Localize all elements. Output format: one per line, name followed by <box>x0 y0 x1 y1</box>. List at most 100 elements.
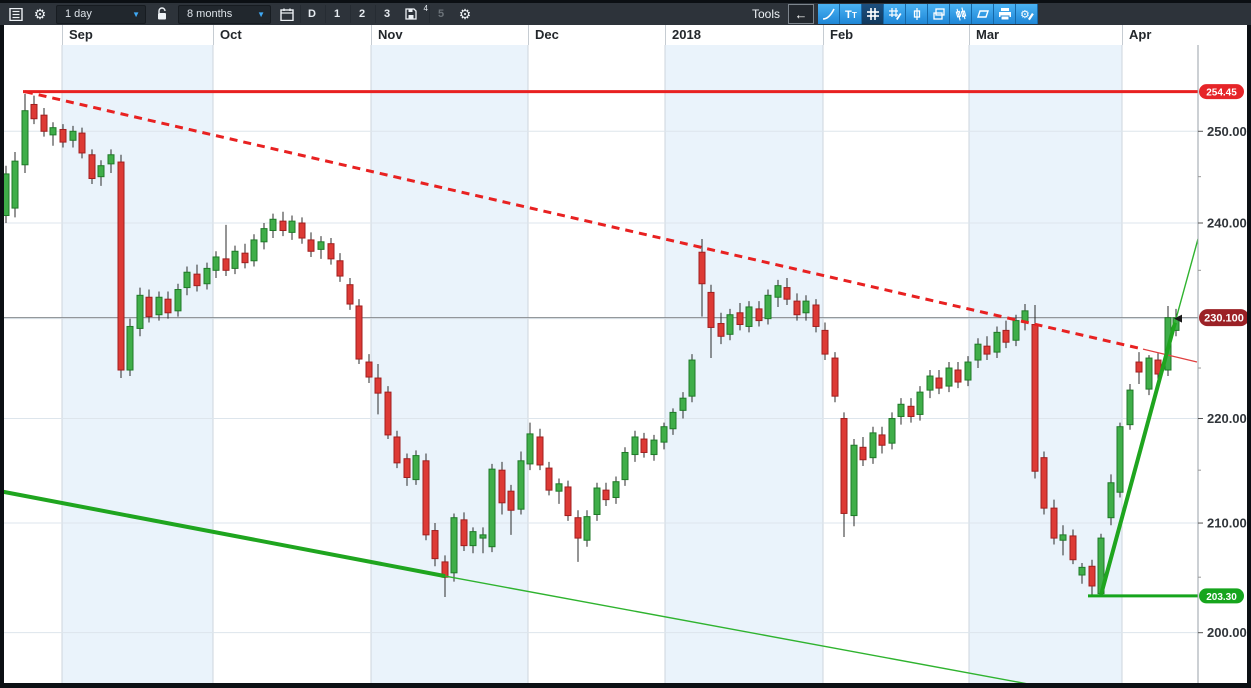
candle-body <box>840 418 848 514</box>
month-axis-header[interactable]: Sep Oct Nov Dec 2018 Feb Mar Apr <box>4 25 1251 46</box>
candle-body <box>107 154 115 165</box>
month-label: Apr <box>1129 27 1152 42</box>
layout-button-5[interactable]: 5 <box>429 5 452 23</box>
toolbar-left-group: ⚙ 1 day ▼ 8 months ▼ D 1 2 3 4 5 ⚙ <box>0 4 476 24</box>
candle-body <box>755 308 763 322</box>
candle-body <box>878 434 886 446</box>
text-tool-icon[interactable]: TT <box>840 4 863 24</box>
candle-body <box>460 519 468 547</box>
interval-dropdown[interactable]: 1 day ▼ <box>56 4 146 24</box>
price-pill-label: 254.45 <box>1206 88 1237 99</box>
candle-body <box>97 165 105 178</box>
candle-body <box>793 300 801 316</box>
chart-settings-icon[interactable]: ⚙ <box>1016 4 1039 24</box>
month-label: Dec <box>535 27 559 42</box>
pattern-candles-icon[interactable] <box>950 4 973 24</box>
candle-body <box>888 418 896 444</box>
candle-body <box>1002 329 1010 343</box>
eraser-tool-icon[interactable] <box>972 4 995 24</box>
candle-body <box>145 296 153 318</box>
candle-body <box>231 250 239 269</box>
svg-text:T: T <box>845 9 852 21</box>
layout-button-1[interactable]: 1 <box>325 5 348 23</box>
candle-body <box>774 285 782 298</box>
layout-button-3[interactable]: 3 <box>375 5 398 23</box>
candle-body <box>726 314 734 335</box>
tools-label: Tools <box>752 7 781 21</box>
gear-icon[interactable]: ⚙ <box>29 5 51 23</box>
candle-body <box>993 331 1001 353</box>
candle-body <box>688 359 696 397</box>
candle-body <box>317 241 325 250</box>
layout-button-2[interactable]: 2 <box>350 5 373 23</box>
windows-layout-icon[interactable] <box>928 4 951 24</box>
candle-body <box>174 289 182 312</box>
candle-body <box>327 243 335 260</box>
save-slot-number: 4 <box>423 4 428 13</box>
candle-body <box>1031 324 1039 472</box>
drawing-tools-strip: TT ⚙ <box>818 4 1039 24</box>
price-pill-label: 230.100 <box>1204 313 1244 325</box>
candle-body <box>650 439 658 456</box>
price-pill-label: 203.30 <box>1206 592 1237 603</box>
candle-body <box>1059 534 1067 541</box>
window-bottom-edge <box>0 683 1251 688</box>
candle-body <box>631 436 639 456</box>
candle-body <box>707 291 715 328</box>
candlestick-tool-icon[interactable] <box>906 4 929 24</box>
candle-body <box>1116 426 1124 493</box>
candle-body <box>831 357 839 397</box>
candle-body <box>498 469 506 504</box>
candle-body <box>983 345 991 355</box>
candle-body <box>526 433 534 465</box>
month-label: Feb <box>830 27 854 42</box>
save-layout-icon[interactable]: 4 <box>400 4 428 23</box>
journal-icon[interactable] <box>5 5 27 23</box>
candle-body <box>365 361 373 378</box>
candle-body <box>1078 566 1086 576</box>
month-label: Oct <box>220 27 242 42</box>
candle-body <box>745 306 753 327</box>
gear-icon[interactable]: ⚙ <box>454 5 476 23</box>
grid-tool-icon[interactable] <box>862 4 885 24</box>
calendar-icon[interactable] <box>276 5 298 23</box>
candle-body <box>802 300 810 314</box>
candle-body <box>536 436 544 466</box>
candle-body <box>897 403 905 417</box>
candle-body <box>736 312 744 326</box>
candle-body <box>783 287 791 300</box>
price-axis-background <box>1198 45 1251 683</box>
candle-body <box>593 487 601 516</box>
trading-chart-window: ⚙ 1 day ▼ 8 months ▼ D 1 2 3 4 5 ⚙ Tools… <box>0 0 1251 688</box>
unlock-icon[interactable] <box>151 5 173 23</box>
candle-body <box>812 304 820 327</box>
candle-body <box>88 154 96 180</box>
axis-label: 250.00 <box>1207 124 1247 139</box>
candle-body <box>821 329 829 355</box>
month-separator <box>213 25 214 45</box>
print-icon[interactable] <box>994 4 1017 24</box>
layout-button-d[interactable]: D <box>300 5 323 23</box>
candle-body <box>1069 535 1077 561</box>
collapse-tools-button[interactable]: ← <box>788 4 815 24</box>
grid-edit-tool-icon[interactable] <box>884 4 907 24</box>
month-separator <box>823 25 824 45</box>
axis-label: 200.00 <box>1207 625 1247 640</box>
candle-body <box>717 323 725 337</box>
toolbar-tools-group: Tools ← TT ⚙ <box>752 3 1039 25</box>
candle-body <box>30 103 38 120</box>
candle-body <box>545 467 553 491</box>
candle-body <box>859 446 867 461</box>
month-separator <box>528 25 529 45</box>
candle-body <box>250 239 258 262</box>
range-dropdown[interactable]: 8 months ▼ <box>178 4 271 24</box>
candle-body <box>974 343 982 361</box>
candle-body <box>412 455 420 481</box>
candle-body <box>59 128 67 143</box>
trendline-tool-icon[interactable] <box>818 4 841 24</box>
candle-body <box>907 405 915 417</box>
candle-body <box>517 460 525 510</box>
candle-body <box>126 325 134 371</box>
chevron-down-icon: ▼ <box>257 9 265 19</box>
price-chart[interactable]: 250.00 240.00 220.00 210.00 200.00 254.45 230.… <box>4 45 1251 683</box>
